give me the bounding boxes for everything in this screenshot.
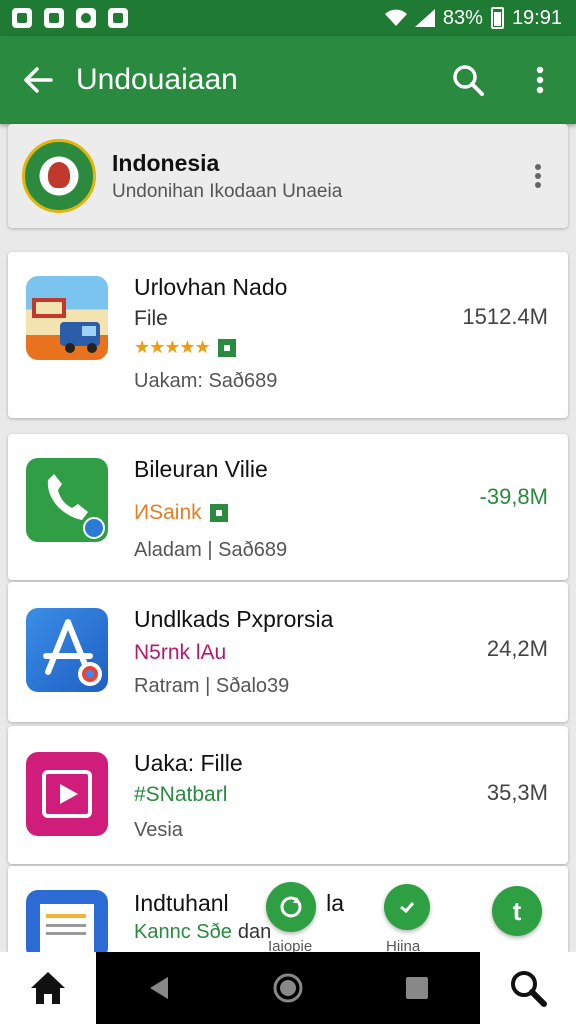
navigation-bar (0, 952, 576, 1024)
app-meta: Ratram | Sðalo39 (134, 675, 290, 697)
app-icon (26, 458, 108, 542)
recents-nav-icon[interactable] (404, 975, 430, 1001)
editor-badge-icon (209, 504, 228, 522)
t-bubble-button[interactable]: t (492, 886, 542, 936)
app-icon (26, 608, 108, 692)
wifi-icon (384, 9, 407, 26)
more-vert-icon (536, 66, 544, 94)
back-nav-icon[interactable] (146, 975, 172, 1001)
truck-icon (32, 298, 100, 353)
app-tagline: Kannc Sðe (134, 921, 232, 943)
editor-badge-icon (217, 338, 236, 357)
page-title: Undouaiaan (76, 63, 238, 96)
app-tagline-tail: dan (237, 921, 272, 943)
app-name-tail: la (326, 890, 344, 916)
app-list-item[interactable]: Urlovhan Nado File ★★★★★ Uakam: Sað689 1… (8, 252, 568, 418)
publisher-name: Indonesia (112, 149, 220, 176)
battery-icon (490, 7, 504, 29)
publisher-logo (22, 139, 96, 213)
back-button[interactable] (0, 36, 76, 124)
video-play-icon (42, 770, 92, 818)
app-store-icon (43, 619, 102, 686)
app-meta: Uakam: Sað689 (134, 370, 278, 392)
home-nav-icon[interactable] (272, 972, 304, 1004)
publisher-menu-button[interactable] (518, 146, 558, 206)
app-icon (26, 276, 108, 360)
status-bar: 83% 19:91 (0, 0, 576, 36)
search-icon (453, 65, 484, 96)
overflow-menu-button[interactable] (504, 36, 576, 124)
app-name: Uaka: Fille (134, 750, 243, 776)
app-size: 24,2M (486, 636, 548, 661)
battery-percent: 83% (442, 6, 483, 29)
bubble-label: Hiina (386, 938, 421, 952)
notification-icon (12, 8, 32, 28)
document-icon (40, 904, 94, 952)
photo-icon (44, 8, 64, 28)
app-toolbar: Undouaiaan (0, 36, 576, 124)
record-icon (76, 8, 96, 28)
app-name: Urlovhan Nado (134, 274, 288, 300)
app-size: -39,8M (479, 484, 548, 509)
app-list-item[interactable]: Uaka: Fille #SNatbarl Vesia 35,3M (8, 726, 568, 864)
app-meta: Aladam | Sað689 (134, 539, 288, 561)
app-name: Undlkads Pxprorsia (134, 606, 334, 632)
publisher-card[interactable]: Indonesia Undonihan Ikodaan Unaeia (8, 124, 568, 228)
hand-icon (108, 8, 128, 28)
app-icon (26, 752, 108, 836)
publisher-subtitle: Undonihan Ikodaan Unaeia (112, 180, 343, 202)
t-icon: t (512, 895, 522, 926)
back-arrow-icon (24, 67, 53, 93)
signal-icon (414, 9, 435, 27)
phone-icon (47, 474, 105, 539)
search-icon (511, 971, 547, 1007)
app-size: 35,3M (486, 780, 548, 805)
search-tab[interactable] (480, 952, 576, 1024)
home-tab[interactable] (0, 952, 96, 1024)
rating-stars: ★★★★★ (134, 337, 211, 357)
app-name: Bileuran Vilie (134, 456, 268, 482)
clock: 19:91 (511, 6, 562, 29)
app-meta: Vesia (134, 819, 183, 841)
app-name: Indtuhanl (134, 890, 229, 916)
search-button[interactable] (432, 36, 504, 124)
bubble-label: Iaiopie (268, 938, 313, 952)
app-list-item[interactable]: Undlkads Pxprorsia N5rnk lAu Ratram | Sð… (8, 582, 568, 722)
chat-icon (400, 902, 415, 914)
app-icon (26, 890, 108, 952)
home-icon (31, 972, 65, 1004)
chat-bubble-button[interactable] (384, 884, 430, 930)
app-size: 1512.4M (462, 304, 548, 329)
app-list-item[interactable]: Bileuran Vilie ИSaink Aladam | Sað689 -3… (8, 434, 568, 580)
app-tagline: ИSaink (134, 501, 202, 524)
more-vert-icon (535, 164, 541, 188)
share-bubble-button[interactable] (266, 882, 316, 932)
refresh-icon (280, 896, 302, 918)
